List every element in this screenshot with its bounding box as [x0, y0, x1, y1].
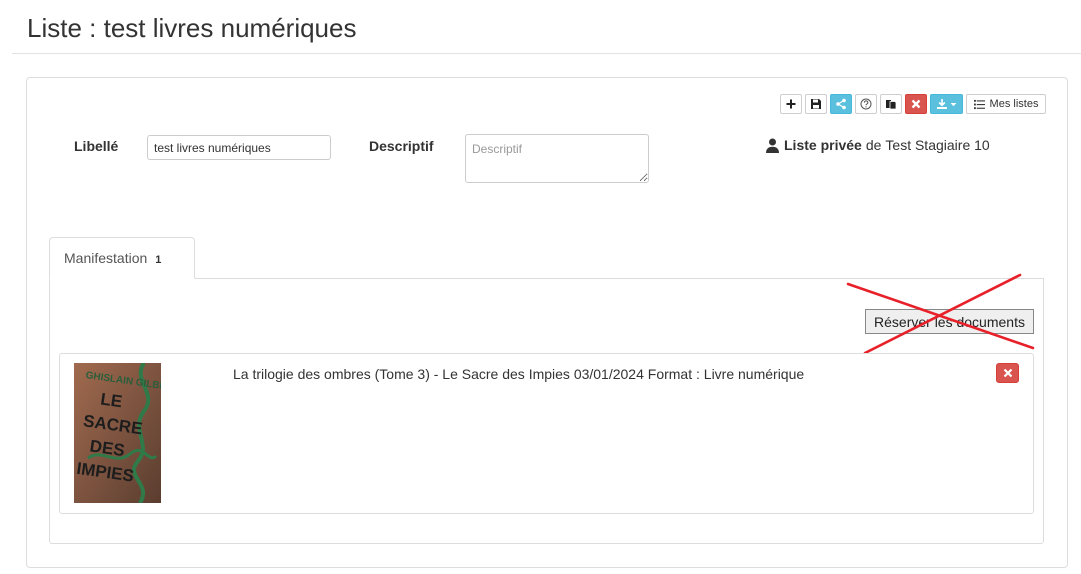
copy-icon [886, 100, 897, 110]
tab-count-badge: 1 [155, 254, 162, 266]
cover-title-line: LE [99, 389, 123, 411]
share-icon [836, 98, 846, 110]
my-lists-label: Mes listes [989, 98, 1039, 110]
close-icon [911, 99, 921, 109]
descriptif-label: Descriptif [369, 138, 434, 154]
remove-item-button[interactable] [996, 363, 1019, 383]
libelle-input[interactable] [147, 135, 331, 160]
book-cover-image[interactable]: GHISLAIN GILBERTI LE SACRE DES IMPIES [74, 363, 161, 503]
share-button[interactable] [830, 94, 852, 114]
descriptif-textarea[interactable] [465, 134, 649, 183]
tab-manifestation[interactable]: Manifestation 1 [49, 237, 195, 279]
item-title[interactable]: La trilogie des ombres (Tome 3) - Le Sac… [233, 366, 804, 382]
list-icon [973, 99, 985, 109]
libelle-label: Libellé [74, 138, 119, 154]
owner-prefix: de [865, 137, 882, 153]
help-button[interactable] [855, 94, 877, 114]
my-lists-button[interactable]: Mes listes [966, 94, 1046, 114]
toolbar: Mes listes [780, 94, 1046, 114]
download-icon [937, 99, 947, 109]
delete-list-button[interactable] [905, 94, 927, 114]
owner-name: Test Stagiaire 10 [885, 137, 990, 153]
download-dropdown-button[interactable] [930, 94, 963, 114]
question-icon [860, 98, 872, 110]
add-button[interactable] [780, 94, 802, 114]
page-title: Liste : test livres numériques [27, 13, 357, 43]
copy-button[interactable] [880, 94, 902, 114]
list-owner: Liste privée de Test Stagiaire 10 [766, 137, 990, 153]
page-header: Liste : test livres numériques [12, 0, 1081, 54]
save-icon [811, 99, 821, 109]
caret-down-icon [950, 102, 957, 106]
reserve-documents-button[interactable]: Réserver les documents [865, 309, 1034, 334]
save-button[interactable] [805, 94, 827, 114]
user-icon [766, 138, 779, 153]
tab-label: Manifestation [64, 250, 148, 266]
list-visibility: Liste privée [784, 137, 862, 153]
plus-icon [786, 99, 796, 109]
close-icon [1003, 368, 1012, 378]
